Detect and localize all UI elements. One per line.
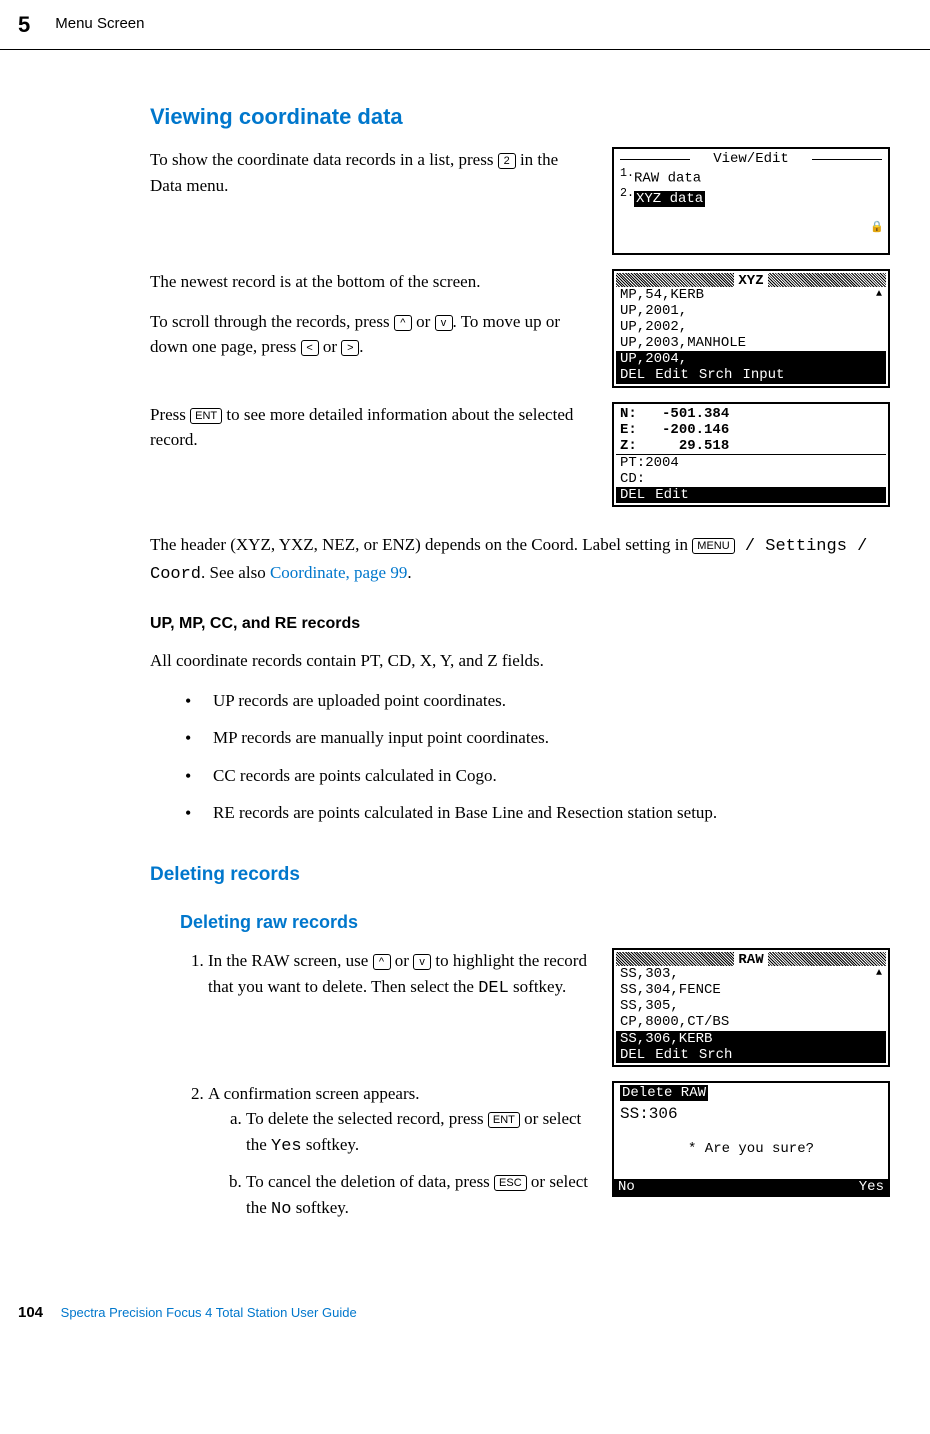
step-1: In the RAW screen, use ^ or v to highlig… [208,948,594,1001]
heading-viewing: Viewing coordinate data [150,100,890,133]
link-coordinate[interactable]: Coordinate, page 99 [270,563,407,582]
list-item: UP records are uploaded point coordinate… [185,688,890,714]
para-viewing-5: The header (XYZ, YXZ, NEZ, or ENZ) depen… [150,532,890,587]
lcd-xyz-list: XYZ MP,54,KERB UP,2001, UP,2002, UP,2003… [612,269,890,388]
list-item: MP records are manually input point coor… [185,725,890,751]
chapter-title: Menu Screen [55,13,144,36]
key-up: ^ [394,315,412,331]
para-records: All coordinate records contain PT, CD, X… [150,648,890,674]
scroll-up-icon: ▲ [876,968,882,980]
step-2a: To delete the selected record, press ENT… [246,1106,594,1159]
para-viewing-1: To show the coordinate data records in a… [150,147,594,198]
heading-deleting: Deleting records [150,861,890,890]
page-header: 5 Menu Screen [0,0,930,50]
scroll-up-icon: ▲ [876,289,882,301]
step-2b: To cancel the deletion of data, press ES… [246,1169,594,1222]
para-viewing-4: Press ENT to see more detailed informati… [150,402,594,453]
page-number: 104 [18,1304,43,1321]
para-viewing-2: The newest record is at the bottom of th… [150,269,594,295]
heading-deleting-raw: Deleting raw records [180,909,890,936]
lcd-detail: N: -501.384 E: -200.146 Z: 29.518 PT:200… [612,402,890,508]
softkeys: DEL Edit Srch Input [616,367,886,383]
chapter-number: 5 [18,8,30,41]
key-down: v [413,954,431,970]
records-list: UP records are uploaded point coordinate… [185,688,890,826]
lcd-view-edit: View/Edit 1.RAW data 2.XYZ data 🔒 [612,147,890,255]
key-esc: ESC [494,1175,527,1191]
list-item: RE records are points calculated in Base… [185,800,890,826]
key-left: < [301,340,319,356]
key-down: v [435,315,453,331]
lock-icon: 🔒 [870,222,884,235]
key-ent: ENT [488,1112,520,1128]
key-right: > [341,340,359,356]
para-viewing-3: To scroll through the records, press ^ o… [150,309,594,360]
step-2: A confirmation screen appears. To delete… [208,1081,594,1223]
key-2: 2 [498,153,516,169]
lcd-raw-list: RAW SS,303, SS,304,FENCE SS,305, CP,8000… [612,948,890,1067]
list-item: CC records are points calculated in Cogo… [185,763,890,789]
page-content: Viewing coordinate data To show the coor… [0,50,930,1288]
lcd-delete-confirm: Delete RAW SS:306 * Are you sure? No Yes [612,1081,890,1197]
key-ent: ENT [190,408,222,424]
key-menu: MENU [692,538,734,554]
page-footer: 104 Spectra Precision Focus 4 Total Stat… [0,1288,930,1339]
footer-text: Spectra Precision Focus 4 Total Station … [61,1305,357,1320]
heading-records: UP, MP, CC, and RE records [150,612,890,636]
key-up: ^ [373,954,391,970]
